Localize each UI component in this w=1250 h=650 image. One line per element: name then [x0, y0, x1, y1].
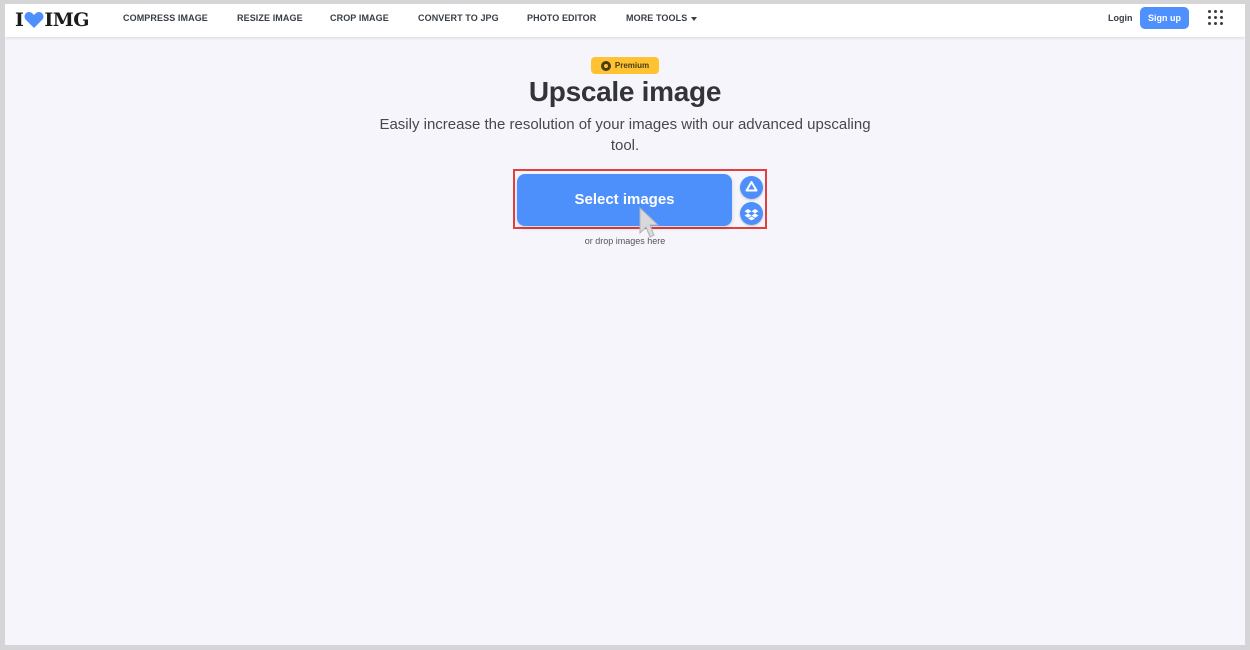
- dropbox-icon: [744, 209, 759, 221]
- nav-crop-image[interactable]: CROP IMAGE: [330, 13, 389, 23]
- nav-compress-image[interactable]: COMPRESS IMAGE: [123, 13, 208, 23]
- google-drive-icon: [745, 181, 758, 192]
- logo-text-img: IMG: [44, 9, 90, 31]
- nav-more-tools[interactable]: MORE TOOLS: [626, 13, 698, 23]
- nav-photo-editor[interactable]: PHOTO EDITOR: [527, 13, 596, 23]
- login-link[interactable]: Login: [1108, 13, 1133, 23]
- nav-convert-to-jpg[interactable]: CONVERT TO JPG: [418, 13, 499, 23]
- caret-down-icon: [691, 16, 698, 21]
- select-images-button[interactable]: Select images: [517, 174, 732, 226]
- premium-badge: Premium: [591, 57, 659, 74]
- nav-resize-image[interactable]: RESIZE IMAGE: [237, 13, 303, 23]
- page-subtitle: Easily increase the resolution of your i…: [379, 116, 871, 154]
- nav-more-tools-label: MORE TOOLS: [626, 13, 688, 23]
- browser-viewport: I IMG COMPRESS IMAGE RESIZE IMAGE CROP I…: [5, 4, 1245, 645]
- iloveimg-logo[interactable]: I IMG: [15, 9, 90, 31]
- mouse-cursor-icon: [639, 207, 660, 238]
- premium-crown-icon: [600, 60, 611, 71]
- google-drive-button[interactable]: [740, 176, 763, 199]
- premium-badge-label: Premium: [614, 61, 650, 70]
- heart-logo-icon: [24, 12, 44, 28]
- signup-button[interactable]: Sign up: [1140, 7, 1189, 29]
- apps-grid-icon[interactable]: [1208, 10, 1224, 26]
- logo-letter-i: I: [15, 9, 24, 31]
- page-title: Upscale image: [528, 76, 722, 107]
- top-navigation-bar: I IMG COMPRESS IMAGE RESIZE IMAGE CROP I…: [5, 4, 1245, 37]
- dropbox-button[interactable]: [740, 202, 763, 225]
- drop-images-hint: or drop images here: [584, 236, 666, 246]
